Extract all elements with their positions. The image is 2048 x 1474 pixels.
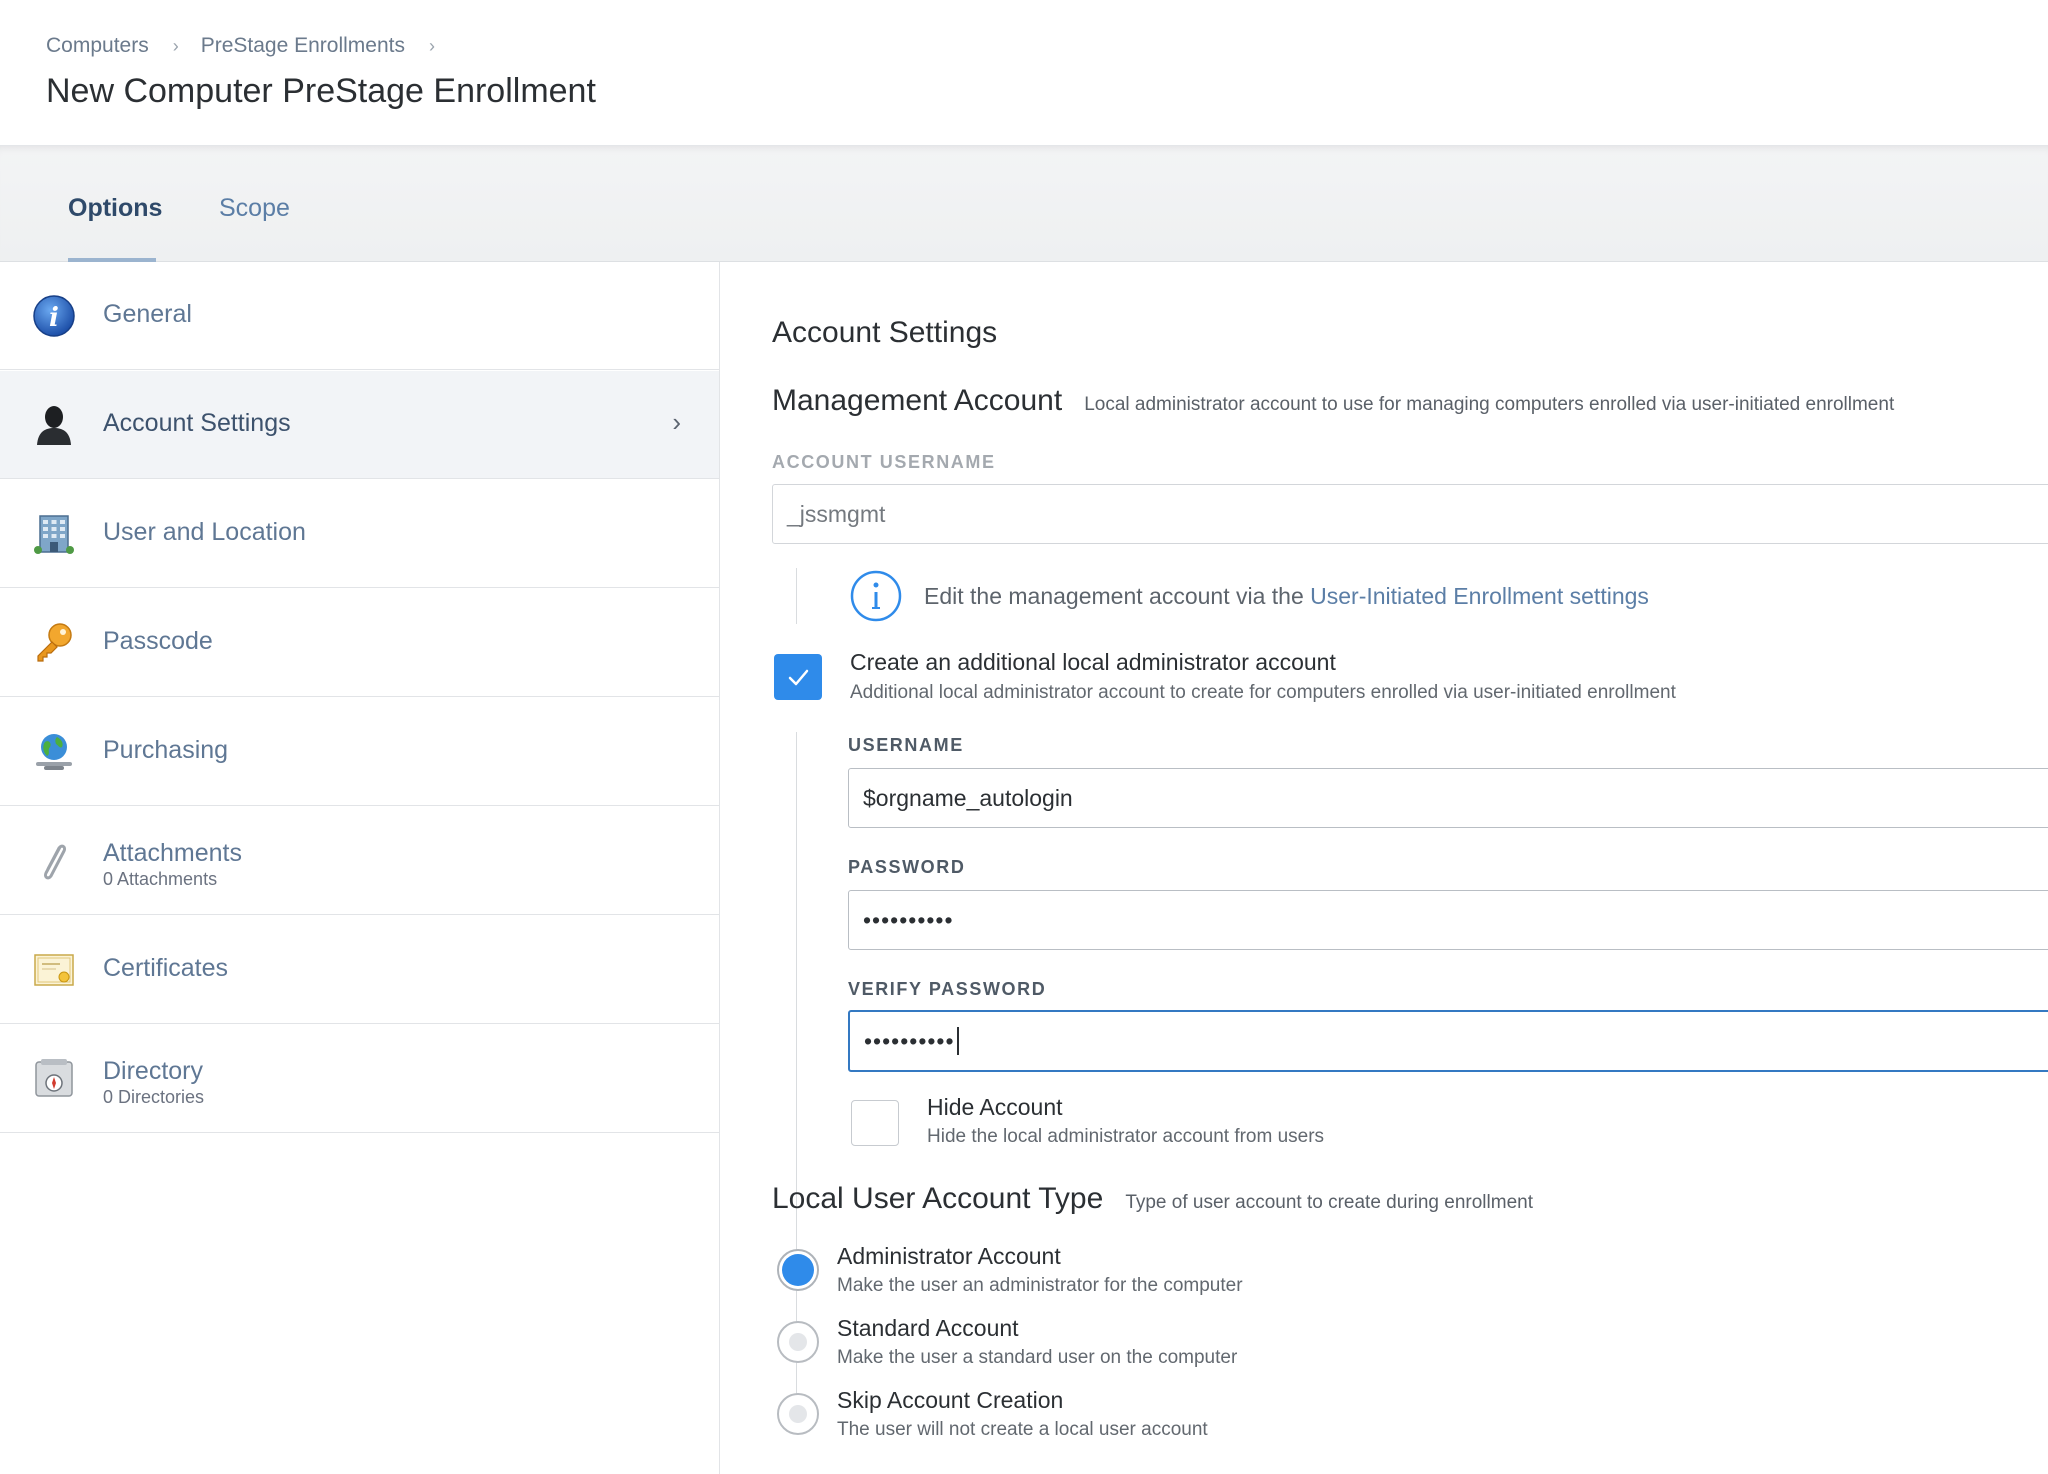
sidebar-item-directory[interactable]: Directory 0 Directories bbox=[0, 1025, 719, 1133]
tab-bar: Options Scope bbox=[0, 146, 2048, 262]
account-username-value: _jssmgmt bbox=[787, 500, 886, 527]
radio-standard-account[interactable] bbox=[777, 1321, 819, 1363]
administrator-account-title: Administrator Account bbox=[837, 1243, 1061, 1269]
standard-account-description: Make the user a standard user on the com… bbox=[837, 1347, 1238, 1368]
username-value: $orgname_autologin bbox=[863, 784, 1073, 811]
sidebar-item-label: General bbox=[103, 300, 192, 328]
create-additional-admin-checkbox[interactable] bbox=[774, 654, 822, 700]
user-initiated-enrollment-settings-link[interactable]: User-Initiated Enrollment settings bbox=[1310, 583, 1649, 609]
sidebar-item-general[interactable]: i General bbox=[0, 262, 719, 370]
sidebar-item-sublabel: 0 Attachments bbox=[103, 869, 218, 889]
radio-dot bbox=[782, 1254, 814, 1286]
management-info-row: Edit the management account via the User… bbox=[850, 570, 1649, 622]
info-icon: i bbox=[33, 295, 75, 337]
skip-account-creation-title: Skip Account Creation bbox=[837, 1387, 1064, 1413]
sidebar-item-attachments[interactable]: Attachments 0 Attachments bbox=[0, 807, 719, 915]
tab-options[interactable]: Options bbox=[68, 194, 162, 223]
info-circle-icon bbox=[850, 570, 902, 622]
section-title: Account Settings bbox=[772, 316, 998, 349]
chevron-right-icon: › bbox=[672, 407, 681, 437]
directory-icon bbox=[35, 1059, 73, 1097]
verify-password-label: VERIFY PASSWORD bbox=[848, 979, 1047, 999]
chevron-right-icon: › bbox=[428, 35, 435, 56]
account-username-field: _jssmgmt bbox=[772, 484, 2048, 544]
sidebar-item-passcode[interactable]: Passcode bbox=[0, 589, 719, 697]
radio-administrator-account[interactable] bbox=[777, 1249, 819, 1291]
administrator-account-description: Make the user an administrator for the c… bbox=[837, 1275, 1243, 1296]
verify-password-input[interactable]: •••••••••• bbox=[848, 1010, 2048, 1072]
management-account-heading: Management Account Local administrator ac… bbox=[772, 384, 1894, 418]
tab-scope[interactable]: Scope bbox=[219, 194, 290, 223]
sidebar-item-purchasing[interactable]: Purchasing bbox=[0, 698, 719, 806]
local-user-account-type-description: Type of user account to create during en… bbox=[1125, 1192, 1533, 1213]
local-user-account-type-heading: Local User Account Type Type of user acco… bbox=[772, 1182, 1533, 1216]
skip-account-creation-description: The user will not create a local user ac… bbox=[837, 1419, 1208, 1440]
sidebar-item-sublabel: 0 Directories bbox=[103, 1087, 205, 1107]
sidebar-item-label: Purchasing bbox=[103, 736, 229, 764]
globe-icon bbox=[36, 734, 72, 770]
hide-account-title: Hide Account bbox=[927, 1094, 1063, 1120]
sidebar-item-label: Directory bbox=[103, 1057, 204, 1085]
page-title: New Computer PreStage Enrollment bbox=[46, 72, 596, 110]
management-account-description: Local administrator account to use for m… bbox=[1084, 394, 1895, 415]
create-additional-admin-description: Additional local administrator account t… bbox=[850, 682, 1676, 703]
sidebar-item-certificates[interactable]: Certificates bbox=[0, 916, 719, 1024]
sidebar-item-account-settings[interactable]: Account Settings › bbox=[0, 371, 719, 479]
sidebar-item-label: Passcode bbox=[103, 627, 213, 655]
paperclip-icon bbox=[44, 844, 66, 880]
info-text: Edit the management account via the bbox=[924, 582, 1304, 609]
certificate-icon bbox=[34, 954, 74, 986]
management-account-title: Management Account bbox=[772, 384, 1063, 417]
username-label: USERNAME bbox=[848, 735, 964, 755]
verify-password-value: •••••••••• bbox=[864, 1027, 955, 1054]
user-silhouette-icon bbox=[37, 406, 71, 445]
sidebar: i General Account Settings › User and Lo… bbox=[0, 262, 720, 1474]
password-value: •••••••••• bbox=[863, 906, 954, 933]
main-content: Account Settings Management Account Local… bbox=[720, 262, 2048, 1474]
sidebar-item-label: Account Settings bbox=[103, 409, 291, 437]
account-username-label: ACCOUNT USERNAME bbox=[772, 452, 996, 472]
building-icon bbox=[34, 515, 74, 554]
hide-account-checkbox[interactable] bbox=[851, 1100, 899, 1146]
indent-guide bbox=[796, 568, 797, 624]
text-caret bbox=[956, 1027, 959, 1055]
breadcrumb-computers[interactable]: Computers bbox=[46, 34, 149, 58]
hide-account-description: Hide the local administrator account fro… bbox=[927, 1126, 1325, 1147]
radio-dot bbox=[789, 1405, 807, 1423]
sidebar-item-user-and-location[interactable]: User and Location bbox=[0, 480, 719, 588]
password-input[interactable]: •••••••••• bbox=[848, 890, 2048, 950]
breadcrumb: Computers › PreStage Enrollments › bbox=[46, 34, 457, 58]
sidebar-item-label: Certificates bbox=[103, 954, 229, 982]
page-header: Computers › PreStage Enrollments › New C… bbox=[0, 0, 2048, 146]
breadcrumb-prestage-enrollments[interactable]: PreStage Enrollments bbox=[201, 34, 405, 58]
chevron-right-icon: › bbox=[172, 35, 179, 56]
radio-dot bbox=[789, 1333, 807, 1351]
sidebar-item-label: User and Location bbox=[103, 518, 306, 546]
create-additional-admin-title: Create an additional local administrator… bbox=[850, 649, 1336, 675]
sidebar-item-label: Attachments bbox=[103, 839, 242, 867]
checkmark-icon bbox=[788, 669, 809, 686]
radio-skip-account-creation[interactable] bbox=[777, 1393, 819, 1435]
username-input[interactable]: $orgname_autologin bbox=[848, 768, 2048, 828]
indent-guide bbox=[796, 732, 797, 1416]
svg-text:i: i bbox=[49, 303, 59, 333]
key-icon bbox=[37, 623, 72, 662]
local-user-account-type-title: Local User Account Type bbox=[772, 1182, 1104, 1215]
password-label: PASSWORD bbox=[848, 857, 966, 877]
standard-account-title: Standard Account bbox=[837, 1315, 1019, 1341]
